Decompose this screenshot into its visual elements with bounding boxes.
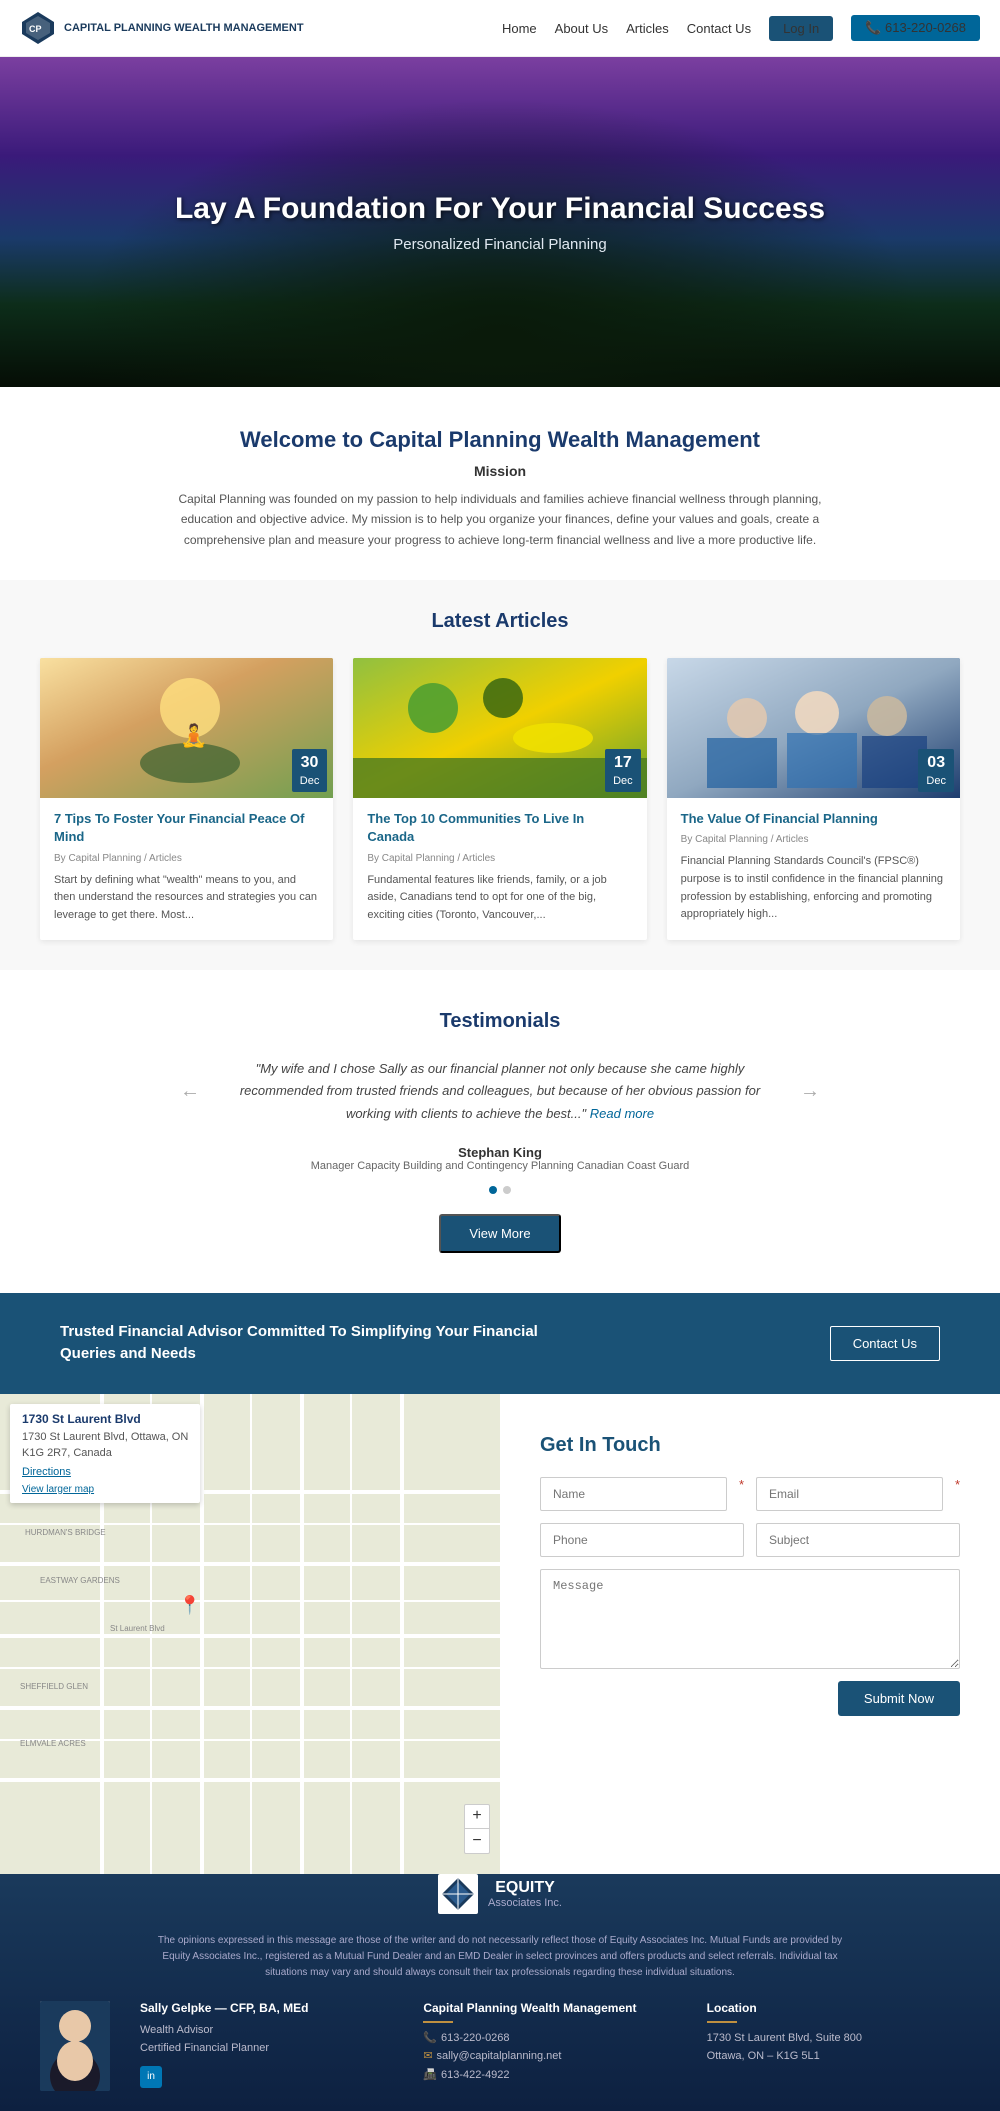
article-image-2: 17 Dec — [353, 658, 646, 798]
testimonial-next[interactable]: → — [800, 1080, 820, 1103]
welcome-body: Capital Planning was founded on my passi… — [170, 489, 830, 550]
mission-heading: Mission — [80, 463, 920, 479]
testimonials-title: Testimonials — [80, 1010, 920, 1033]
footer-logo-area: EQUITY Associates Inc. — [40, 1874, 960, 1915]
articles-grid: 🧘 30 Dec 7 Tips To Foster Your Financial… — [40, 658, 960, 940]
map-address-title: 1730 St Laurent Blvd — [22, 1412, 188, 1426]
footer-divider-3 — [707, 2021, 737, 2023]
nav-links: Home About Us Articles Contact Us Log In… — [502, 15, 980, 41]
article-date-1: 30 Dec — [292, 749, 328, 792]
article-meta-3: By Capital Planning / Articles — [681, 834, 946, 845]
contact-form: * * Submit Now — [540, 1477, 960, 1716]
cta-banner: Trusted Financial Advisor Committed To S… — [0, 1293, 1000, 1394]
footer-col3-address: 1730 St Laurent Blvd, Suite 800 Ottawa, … — [707, 2029, 960, 2066]
footer-col2-fax: 📠613-422-4922 — [423, 2066, 676, 2085]
contact-title: Get In Touch — [540, 1434, 960, 1457]
articles-section: Latest Articles 🧘 — [0, 580, 1000, 970]
article-card-2[interactable]: 17 Dec The Top 10 Communities To Live In… — [353, 658, 646, 940]
article-date-3: 03 Dec — [918, 749, 954, 792]
article-date-2: 17 Dec — [605, 749, 641, 792]
map-zoom-out[interactable]: − — [465, 1829, 489, 1853]
login-button[interactable]: Log In — [769, 16, 833, 41]
equity-inc: Associates Inc. — [488, 1897, 562, 1909]
footer: EQUITY Associates Inc. The opinions expr… — [0, 1874, 1000, 2111]
article-title-3: The Value Of Financial Planning — [681, 810, 946, 828]
submit-button[interactable]: Submit Now — [838, 1681, 960, 1716]
message-input[interactable] — [540, 1569, 960, 1669]
email-input[interactable] — [756, 1477, 943, 1511]
testimonial-prev[interactable]: ← — [180, 1080, 200, 1103]
cta-contact-button[interactable]: Contact Us — [830, 1326, 940, 1361]
cta-text: Trusted Financial Advisor Committed To S… — [60, 1321, 540, 1366]
map-address-line1: 1730 St Laurent Blvd, Ottawa, ON — [22, 1429, 188, 1446]
equity-logo: EQUITY Associates Inc. — [438, 1874, 562, 1914]
contact-side: Get In Touch * * Submit Now — [500, 1394, 1000, 1874]
directions-link[interactable]: Directions — [22, 1466, 188, 1478]
article-card-1[interactable]: 🧘 30 Dec 7 Tips To Foster Your Financial… — [40, 658, 333, 940]
article-excerpt-3: Financial Planning Standards Council's (… — [681, 853, 946, 923]
article-title-2: The Top 10 Communities To Live In Canada — [367, 810, 632, 846]
hero-section: Lay A Foundation For Your Financial Succ… — [0, 57, 1000, 387]
phone-input[interactable] — [540, 1523, 744, 1557]
testimonial-role: Manager Capacity Building and Contingenc… — [80, 1160, 920, 1172]
footer-columns: Sally Gelpke — CFP, BA, MEd Wealth Advis… — [40, 2001, 960, 2091]
footer-disclaimer: The opinions expressed in this message a… — [150, 1933, 850, 1981]
footer-col-1: Sally Gelpke — CFP, BA, MEd Wealth Advis… — [140, 2001, 393, 2088]
footer-col3-title: Location — [707, 2001, 960, 2015]
logo-text: CAPITAL PLANNING WEALTH MANAGEMENT — [64, 21, 304, 35]
nav-contact[interactable]: Contact Us — [687, 21, 751, 36]
nav-articles[interactable]: Articles — [626, 21, 669, 36]
nav-about[interactable]: About Us — [555, 21, 608, 36]
article-meta-1: By Capital Planning / Articles — [54, 853, 319, 864]
hero-title: Lay A Foundation For Your Financial Succ… — [175, 192, 825, 226]
hero-subtitle: Personalized Financial Planning — [175, 236, 825, 253]
subject-input[interactable] — [756, 1523, 960, 1557]
welcome-section: Welcome to Capital Planning Wealth Manag… — [0, 387, 1000, 580]
map-address-line2: K1G 2R7, Canada — [22, 1445, 188, 1462]
map-contact-section: St Laurent Blvd HURDMAN'S BRIDGE EASTWAY… — [0, 1394, 1000, 1874]
svg-text:🧘: 🧘 — [180, 723, 207, 748]
footer-col2-title: Capital Planning Wealth Management — [423, 2001, 676, 2015]
footer-col-3: Location 1730 St Laurent Blvd, Suite 800… — [707, 2001, 960, 2066]
phone-button[interactable]: 📞 613-220-0268 — [851, 15, 980, 41]
testimonial-author: Stephan King — [80, 1145, 920, 1160]
testimonials-section: Testimonials ← "My wife and I chose Sall… — [0, 970, 1000, 1292]
map-info-box: 1730 St Laurent Blvd 1730 St Laurent Blv… — [10, 1404, 200, 1503]
footer-col1-title: Sally Gelpke — CFP, BA, MEd — [140, 2001, 393, 2015]
footer-col1-sub1: Wealth Advisor — [140, 2021, 393, 2040]
equity-icon — [438, 1874, 478, 1914]
testimonial-dots — [80, 1186, 920, 1194]
footer-col1-sub2: Certified Financial Planner — [140, 2039, 393, 2058]
dot-2[interactable] — [503, 1186, 511, 1194]
svg-text:CP: CP — [29, 24, 42, 34]
map-zoom-in[interactable]: + — [465, 1805, 489, 1829]
testimonial-nav: ← "My wife and I chose Sally as our fina… — [80, 1058, 920, 1124]
read-more-link[interactable]: Read more — [590, 1106, 654, 1121]
footer-divider-2 — [423, 2021, 453, 2023]
article-excerpt-2: Fundamental features like friends, famil… — [367, 872, 632, 925]
testimonial-quote: "My wife and I chose Sally as our financ… — [220, 1058, 780, 1124]
welcome-title: Welcome to Capital Planning Wealth Manag… — [80, 427, 920, 453]
footer-avatar — [40, 2001, 110, 2091]
dot-1[interactable] — [489, 1186, 497, 1194]
navigation: CP CAPITAL PLANNING WEALTH MANAGEMENT Ho… — [0, 0, 1000, 57]
article-image-3: 03 Dec — [667, 658, 960, 798]
footer-col2-phone: 📞613-220-0268 — [423, 2029, 676, 2048]
nav-home[interactable]: Home — [502, 21, 537, 36]
article-excerpt-1: Start by defining what "wealth" means to… — [54, 872, 319, 925]
footer-col-2: Capital Planning Wealth Management 📞613-… — [423, 2001, 676, 2085]
view-more-button[interactable]: View More — [439, 1214, 560, 1253]
article-card-3[interactable]: 03 Dec The Value Of Financial Planning B… — [667, 658, 960, 940]
articles-title: Latest Articles — [40, 610, 960, 633]
article-meta-2: By Capital Planning / Articles — [367, 853, 632, 864]
map-side: St Laurent Blvd HURDMAN'S BRIDGE EASTWAY… — [0, 1394, 500, 1874]
footer-col2-email: ✉sally@capitalplanning.net — [423, 2047, 676, 2066]
logo[interactable]: CP CAPITAL PLANNING WEALTH MANAGEMENT — [20, 10, 304, 46]
article-image-1: 🧘 30 Dec — [40, 658, 333, 798]
equity-name: EQUITY — [488, 1879, 562, 1897]
name-input[interactable] — [540, 1477, 727, 1511]
view-larger-link[interactable]: View larger map — [22, 1484, 188, 1495]
linkedin-icon[interactable]: in — [140, 2066, 162, 2088]
article-title-1: 7 Tips To Foster Your Financial Peace Of… — [54, 810, 319, 846]
